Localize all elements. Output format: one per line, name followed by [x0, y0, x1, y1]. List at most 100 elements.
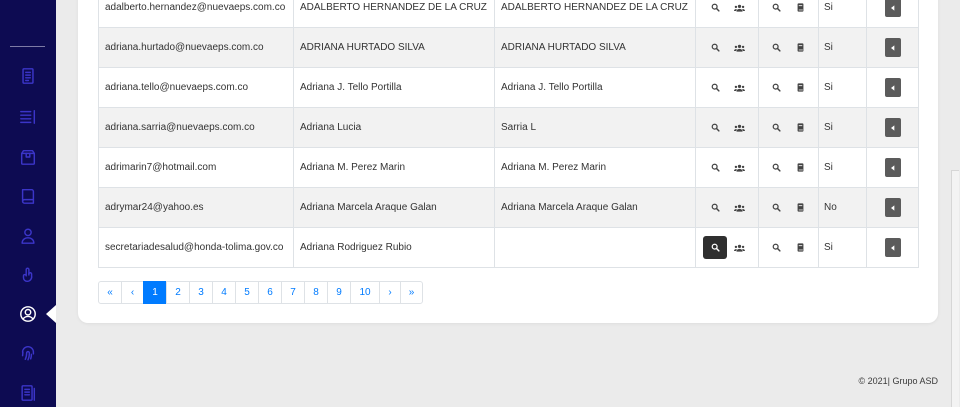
expand-button[interactable] [884, 38, 901, 57]
search-icon[interactable] [765, 156, 789, 179]
sidebar-item-users-admin[interactable] [18, 304, 38, 324]
users-icon[interactable] [727, 116, 751, 139]
actions-cell [758, 27, 819, 68]
users-icon[interactable] [727, 156, 751, 179]
name-cell: Adriana Lucia [293, 107, 495, 148]
table-row: adriana.sarria@nuevaeps.com.co Adriana L… [98, 107, 919, 148]
pagination-page-9[interactable]: 9 [327, 281, 351, 304]
users-table: adalberto.hernandez@nuevaeps.com.co ADAL… [98, 0, 919, 268]
search-icon[interactable] [765, 196, 789, 219]
list-icon [20, 109, 36, 125]
pagination-page-5[interactable]: 5 [235, 281, 259, 304]
sidebar-item-fingerprint[interactable] [18, 343, 38, 363]
search-icon[interactable] [765, 0, 789, 19]
expand-button[interactable] [884, 238, 901, 257]
actions-cell [695, 0, 759, 28]
actions-cell [758, 187, 819, 228]
table-row: adriana.hurtado@nuevaeps.com.co ADRIANA … [98, 27, 919, 68]
sidebar-item-list[interactable] [18, 107, 38, 127]
status-cell: Si [818, 107, 867, 148]
caret-left-icon [891, 45, 895, 51]
expand-button[interactable] [884, 118, 901, 137]
file-list-icon [21, 385, 36, 401]
book-icon[interactable] [789, 236, 813, 259]
sidebar-item-file-list[interactable] [18, 383, 38, 403]
pagination-last-button[interactable]: » [400, 281, 423, 304]
actions-cell [758, 227, 819, 268]
search-icon[interactable] [703, 76, 727, 99]
actions-cell [695, 27, 759, 68]
users-icon[interactable] [727, 36, 751, 59]
table-row: secretariadesalud@honda-tolima.gov.co Ad… [98, 227, 919, 268]
full-name-cell: Sarria L [494, 107, 696, 148]
email-cell: adriana.tello@nuevaeps.com.co [98, 67, 294, 108]
name-cell: ADRIANA HURTADO SILVA [293, 27, 495, 68]
users-icon[interactable] [727, 196, 751, 219]
search-icon[interactable] [703, 0, 727, 19]
page-scrollbar[interactable] [951, 170, 959, 407]
status-cell: Si [818, 147, 867, 188]
expand-button[interactable] [884, 198, 901, 217]
pagination-page-10[interactable]: 10 [350, 281, 380, 304]
email-cell: adriana.hurtado@nuevaeps.com.co [98, 27, 294, 68]
pagination-page-1[interactable]: 1 [143, 281, 167, 304]
pagination-page-3[interactable]: 3 [189, 281, 213, 304]
pagination-page-7[interactable]: 7 [281, 281, 305, 304]
sidebar-item-book[interactable] [18, 186, 38, 206]
sidebar-item-user[interactable] [18, 226, 38, 246]
pagination-page-4[interactable]: 4 [212, 281, 236, 304]
search-icon[interactable] [703, 236, 727, 259]
pagination-prev-button[interactable]: ‹ [121, 281, 144, 304]
expand-cell [866, 0, 919, 28]
status-cell: Si [818, 0, 867, 28]
users-icon[interactable] [727, 76, 751, 99]
book-icon[interactable] [789, 0, 813, 19]
actions-cell [758, 67, 819, 108]
user-icon [21, 228, 35, 244]
sidebar-item-package[interactable] [18, 147, 38, 167]
email-cell: adrimarin7@hotmail.com [98, 147, 294, 188]
status-cell: Si [818, 27, 867, 68]
pagination-page-2[interactable]: 2 [166, 281, 190, 304]
users-icon[interactable] [727, 236, 751, 259]
name-cell: ADALBERTO HERNANDEZ DE LA CRUZ [293, 0, 495, 28]
book-icon [21, 188, 35, 204]
caret-left-icon [891, 205, 895, 211]
book-icon[interactable] [789, 156, 813, 179]
email-cell: adriana.sarria@nuevaeps.com.co [98, 107, 294, 148]
status-cell: Si [818, 227, 867, 268]
book-icon[interactable] [789, 196, 813, 219]
sidebar-item-pointer[interactable] [18, 265, 38, 285]
caret-left-icon [891, 165, 895, 171]
actions-cell [695, 187, 759, 228]
pagination-next-button[interactable]: › [379, 281, 401, 304]
search-icon[interactable] [703, 156, 727, 179]
book-icon[interactable] [789, 76, 813, 99]
search-icon[interactable] [765, 116, 789, 139]
pagination-page-8[interactable]: 8 [304, 281, 328, 304]
users-icon[interactable] [727, 0, 751, 19]
sidebar-item-documents[interactable] [18, 66, 38, 86]
expand-button[interactable] [884, 158, 901, 177]
email-cell: adalberto.hernandez@nuevaeps.com.co [98, 0, 294, 28]
search-icon[interactable] [765, 36, 789, 59]
book-icon[interactable] [789, 116, 813, 139]
caret-left-icon [891, 245, 895, 251]
expand-cell [866, 147, 919, 188]
search-icon[interactable] [765, 236, 789, 259]
table-row: adrymar24@yahoo.es Adriana Marcela Araqu… [98, 187, 919, 228]
expand-button[interactable] [884, 78, 901, 97]
search-icon[interactable] [703, 116, 727, 139]
book-icon[interactable] [789, 36, 813, 59]
expand-button[interactable] [884, 0, 901, 17]
actions-cell [758, 147, 819, 188]
pagination: « ‹ 1 2 3 4 5 6 7 8 9 10 › » [98, 281, 423, 304]
search-icon[interactable] [703, 36, 727, 59]
pagination-page-6[interactable]: 6 [258, 281, 282, 304]
pagination-first-button[interactable]: « [98, 281, 122, 304]
search-icon[interactable] [765, 76, 789, 99]
name-cell: Adriana Marcela Araque Galan [293, 187, 495, 228]
search-icon[interactable] [703, 196, 727, 219]
status-cell: No [818, 187, 867, 228]
name-cell: Adriana M. Perez Marin [293, 147, 495, 188]
